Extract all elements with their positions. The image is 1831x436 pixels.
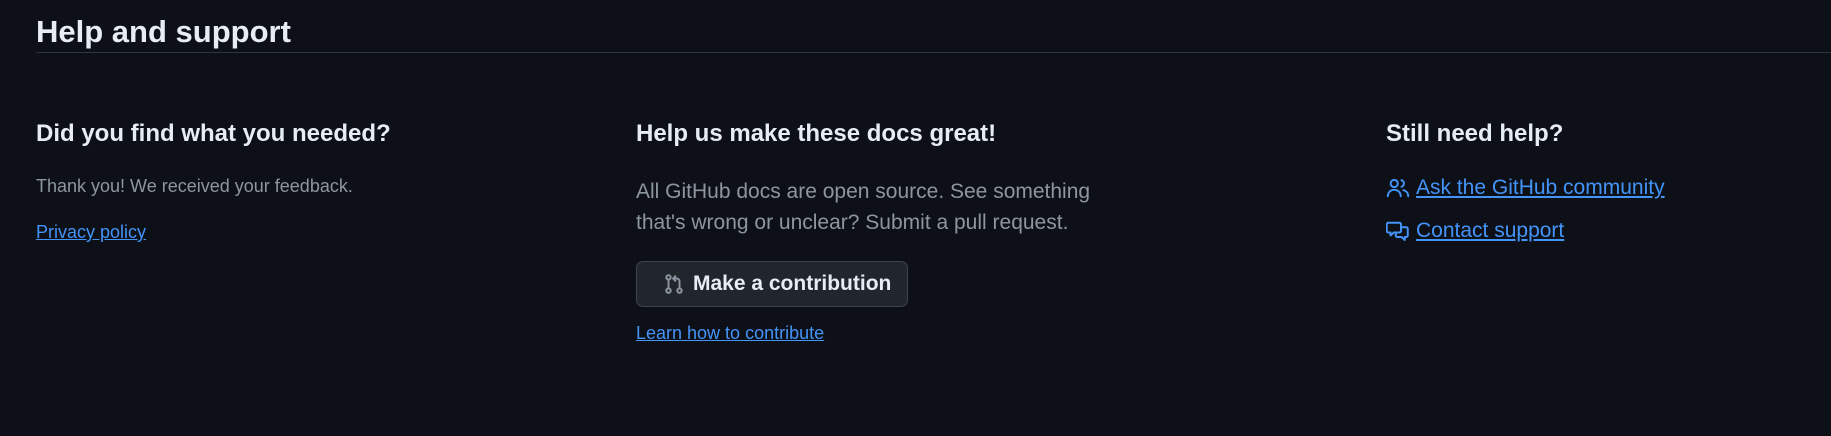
support-heading: Still need help?	[1386, 120, 1564, 147]
people-icon	[1386, 176, 1410, 200]
ask-community-link[interactable]: Ask the GitHub community	[1386, 176, 1665, 200]
contribute-column: Help us make these docs great! All GitHu…	[636, 118, 1090, 343]
privacy-policy-link[interactable]: Privacy policy	[36, 222, 146, 243]
comment-discussion-icon	[1386, 219, 1410, 243]
git-pull-request-icon	[663, 273, 685, 295]
contact-support-link[interactable]: Contact support	[1386, 219, 1564, 243]
feedback-column: Did you find what you needed? Thank you!…	[36, 118, 391, 242]
make-contribution-button[interactable]: Make a contribution	[636, 261, 908, 307]
contact-support-label: Contact support	[1416, 219, 1565, 242]
support-column: Still need help? Ask the GitHub communit…	[1386, 118, 1665, 242]
make-contribution-label: Make a contribution	[693, 272, 892, 295]
section-divider	[36, 52, 1831, 53]
help-and-support-page: Help and support Did you find what you n…	[0, 0, 1831, 436]
ask-community-label: Ask the GitHub community	[1416, 176, 1665, 199]
contribute-description: All GitHub docs are open source. See som…	[636, 180, 1091, 234]
learn-to-contribute-link[interactable]: Learn how to contribute	[636, 323, 824, 344]
feedback-confirmation: Thank you! We received your feedback.	[36, 176, 353, 196]
feedback-heading: Did you find what you needed?	[36, 120, 391, 147]
section-title: Help and support	[36, 14, 291, 49]
contribute-heading: Help us make these docs great!	[636, 120, 997, 147]
